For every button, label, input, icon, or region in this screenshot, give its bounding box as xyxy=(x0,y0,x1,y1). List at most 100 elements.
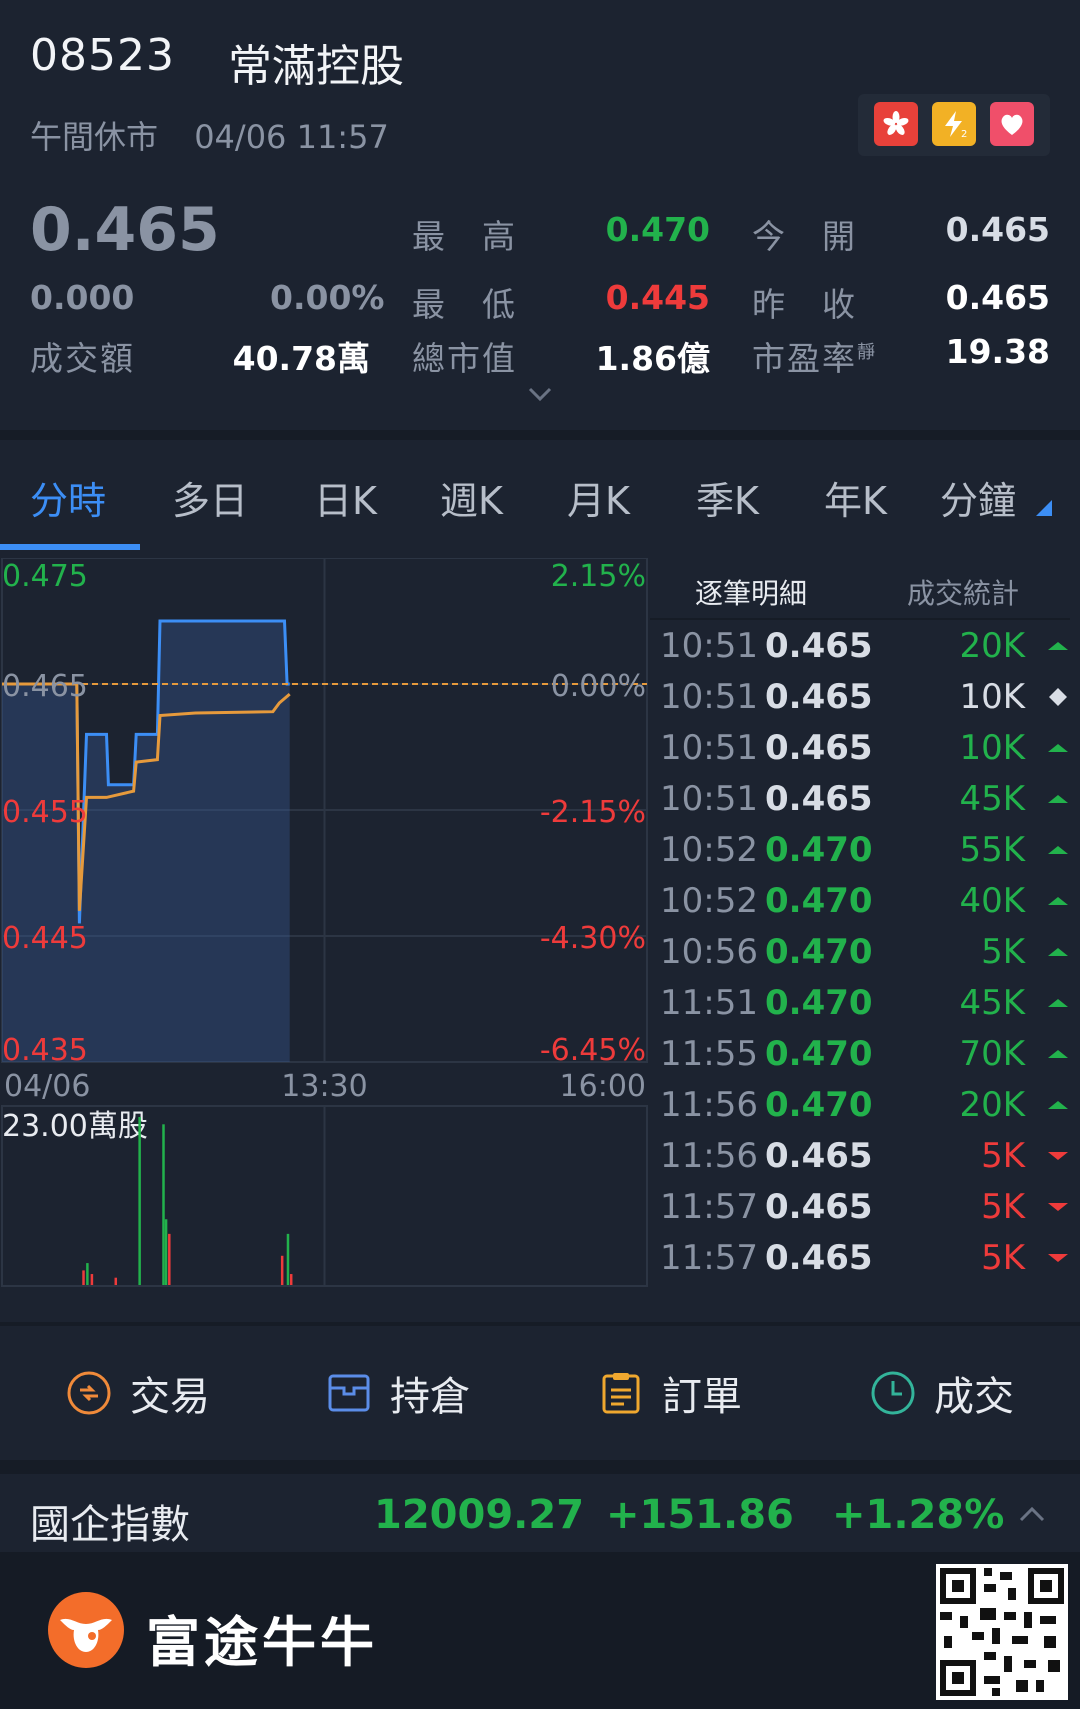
x-axis-tick-label: 04/06 xyxy=(4,1069,90,1104)
trade-row: 11:57 0.465 5K xyxy=(660,1187,1070,1238)
trade-time: 11:56 xyxy=(660,1136,758,1176)
volume-bar xyxy=(164,1219,168,1285)
active-tab-underline xyxy=(0,544,140,550)
trades-divider xyxy=(650,618,1070,620)
high-label: 最 高 xyxy=(412,217,517,256)
tab-timeshare[interactable]: 分時 xyxy=(30,470,106,525)
chevron-up-icon[interactable] xyxy=(1018,1504,1046,1524)
intraday-chart[interactable]: 0.475 2.15% 0.465 0.00% 0.455 -2.15% 0.445 -4.3… xyxy=(0,558,650,1290)
trade-volume: 5K xyxy=(981,1238,1025,1278)
trade-price: 0.465 xyxy=(765,677,873,717)
trade-volume: 5K xyxy=(981,1136,1025,1176)
positions-button[interactable]: 持倉 xyxy=(326,1364,470,1422)
trade-price: 0.465 xyxy=(765,1238,873,1278)
y-axis-pct-label: -6.45% xyxy=(540,1033,646,1068)
tab-tick-details[interactable]: 逐筆明細 xyxy=(695,572,807,612)
y-axis-pct-label: 0.00% xyxy=(551,669,646,704)
y-axis-pct-label: 2.15% xyxy=(551,559,646,594)
trade-ticker-panel: 逐筆明細 成交統計 10:51 0.465 20K 10:51 0.465 10K 10:5… xyxy=(650,558,1080,1290)
tab-trade-stats[interactable]: 成交統計 xyxy=(907,572,1019,612)
trade-time: 10:51 xyxy=(660,779,758,819)
dropdown-corner-icon[interactable] xyxy=(1036,500,1052,516)
trade-time: 11:56 xyxy=(660,1085,758,1125)
tab-minute[interactable]: 分鐘 xyxy=(940,470,1016,525)
volume-bar xyxy=(280,1255,284,1285)
arrow-up-icon xyxy=(1048,1101,1068,1109)
trade-volume: 45K xyxy=(959,779,1025,819)
arrow-up-icon xyxy=(1048,999,1068,1007)
tab-month-k[interactable]: 月K xyxy=(567,470,630,525)
y-axis-tick-label: 0.475 xyxy=(2,559,88,594)
trade-price: 0.470 xyxy=(765,881,873,921)
trade-button-label: 交易 xyxy=(130,1374,210,1420)
chevron-down-icon[interactable] xyxy=(526,380,554,408)
trade-time: 10:52 xyxy=(660,830,758,870)
x-axis-tick-label: 13:30 xyxy=(281,1069,367,1104)
index-change-pct: +1.28% xyxy=(832,1492,1005,1538)
deals-button[interactable]: 成交 xyxy=(870,1364,1014,1422)
arrow-up-icon xyxy=(1048,642,1068,650)
trade-time: 10:51 xyxy=(660,728,758,768)
trade-time: 11:55 xyxy=(660,1034,758,1074)
index-value: 12009.27 xyxy=(374,1492,585,1538)
trade-price: 0.470 xyxy=(765,983,873,1023)
turnover-label: 成交額 xyxy=(30,339,135,378)
trade-time: 10:51 xyxy=(660,677,758,717)
heart-icon[interactable] xyxy=(990,102,1034,146)
y-axis-pct-label: -2.15% xyxy=(540,795,646,830)
pe-label: 市盈率靜 xyxy=(752,332,877,380)
trade-volume: 70K xyxy=(959,1034,1025,1074)
prev-close-value: 0.465 xyxy=(945,278,1050,317)
trade-price: 0.470 xyxy=(765,932,873,972)
volume-bar xyxy=(114,1277,118,1285)
tab-quarter-k[interactable]: 季K xyxy=(696,470,759,525)
trade-icon xyxy=(67,1371,111,1415)
tab-multi-day[interactable]: 多日 xyxy=(172,470,248,525)
qr-code-icon xyxy=(940,1568,1064,1696)
volume-max-label: 23.00萬股 xyxy=(2,1109,148,1144)
tab-year-k[interactable]: 年K xyxy=(824,470,887,525)
hk-flag-icon[interactable] xyxy=(874,102,918,146)
volume-bar xyxy=(138,1117,141,1285)
y-axis-tick-label: 0.435 xyxy=(2,1033,88,1068)
pe-value: 19.38 xyxy=(945,332,1050,371)
trade-row: 11:51 0.470 45K xyxy=(660,983,1070,1034)
y-axis-tick-label: 0.465 xyxy=(2,669,88,704)
volume-bar xyxy=(82,1270,85,1285)
last-price: 0.465 xyxy=(30,195,220,265)
low-value: 0.445 xyxy=(605,278,710,317)
intraday-chart-svg: 0.475 2.15% 0.465 0.00% 0.455 -2.15% 0.445 -4.3… xyxy=(1,558,648,1287)
arrow-up-icon xyxy=(1048,795,1068,803)
y-axis-tick-label: 0.455 xyxy=(2,795,88,830)
diamond-icon xyxy=(1049,688,1067,706)
orders-button[interactable]: 訂單 xyxy=(598,1364,742,1422)
trade-price: 0.465 xyxy=(765,728,873,768)
tab-day-k[interactable]: 日K xyxy=(314,470,377,525)
chart-period-tabs: 分時 多日 日K 週K 月K 季K 年K 分鐘 xyxy=(0,430,1080,550)
market-status: 午間休市 04/06 11:57 xyxy=(30,112,389,158)
index-ticker-bar[interactable]: 國企指數 12009.27 +151.86 +1.28% xyxy=(0,1460,1080,1552)
market-status-text: 午間休市 xyxy=(30,118,159,156)
arrow-up-icon xyxy=(1048,744,1068,752)
pe-label-text: 市盈率 xyxy=(752,339,857,378)
stock-name: 常滿控股 xyxy=(228,41,404,92)
trade-volume: 10K xyxy=(959,728,1025,768)
volume-bar xyxy=(168,1233,171,1285)
trade-time: 10:51 xyxy=(660,626,758,666)
trade-price: 0.470 xyxy=(765,830,873,870)
trade-row: 10:51 0.465 20K xyxy=(660,626,1070,677)
tab-week-k[interactable]: 週K xyxy=(440,470,503,525)
y-axis-pct-label: -4.30% xyxy=(540,921,646,956)
lightning-l2-icon[interactable]: 2 xyxy=(932,102,976,146)
arrow-down-icon xyxy=(1048,1254,1068,1262)
trade-time: 11:57 xyxy=(660,1187,758,1227)
index-change: +151.86 xyxy=(606,1492,794,1538)
arrow-up-icon xyxy=(1048,1050,1068,1058)
trade-button[interactable]: 交易 xyxy=(66,1364,210,1422)
trade-row: 10:51 0.465 10K xyxy=(660,677,1070,728)
quote-header: 08523 常滿控股 午間休市 04/06 11:57 2 0.465 0.00… xyxy=(0,0,1080,415)
action-bar: 交易 持倉 訂單 成交 xyxy=(0,1322,1080,1446)
trade-price: 0.470 xyxy=(765,1085,873,1125)
trade-price: 0.465 xyxy=(765,626,873,666)
brand-name: 富途牛牛 xyxy=(146,1611,378,1674)
